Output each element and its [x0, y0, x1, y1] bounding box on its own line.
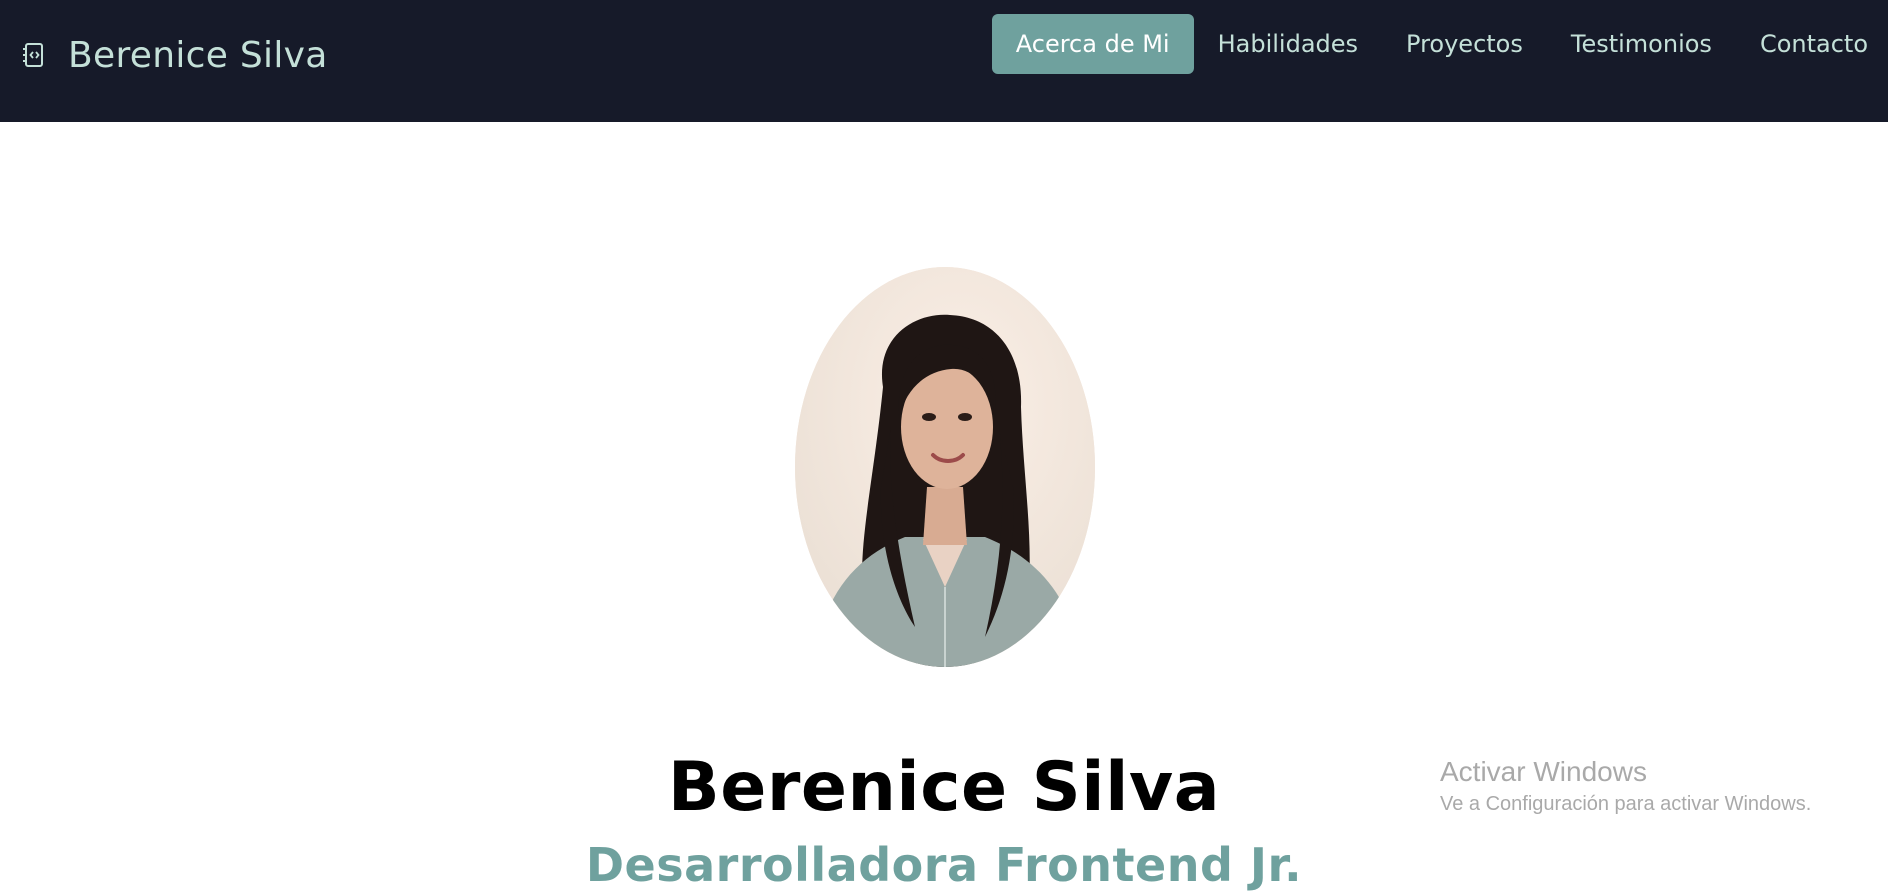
profile-photo — [795, 267, 1095, 667]
windows-activation-watermark: Activar Windows Ve a Configuración para … — [1440, 755, 1811, 819]
hero-role: Desarrolladora Frontend Jr. — [585, 838, 1303, 892]
nav-link-contacto[interactable]: Contacto — [1736, 14, 1888, 74]
watermark-subtitle: Ve a Configuración para activar Windows. — [1440, 793, 1812, 815]
brand[interactable]: Berenice Silva — [20, 30, 328, 80]
nav-link-testimonios[interactable]: Testimonios — [1547, 14, 1736, 74]
navbar: Berenice Silva Acerca de Mi Habilidades … — [0, 0, 1888, 122]
nav-menu: Acerca de Mi Habilidades Proyectos Testi… — [991, 14, 1888, 74]
nav-link-proyectos[interactable]: Proyectos — [1382, 14, 1547, 74]
nav-link-acerca-de-mi[interactable]: Acerca de Mi — [991, 14, 1194, 74]
nav-link-habilidades[interactable]: Habilidades — [1194, 14, 1382, 74]
code-file-icon — [20, 40, 46, 70]
hero-section: Berenice Silva Desarrolladora Frontend J… — [0, 122, 1888, 892]
brand-name[interactable]: Berenice Silva — [68, 35, 328, 76]
watermark-title: Activar Windows — [1440, 756, 1647, 787]
